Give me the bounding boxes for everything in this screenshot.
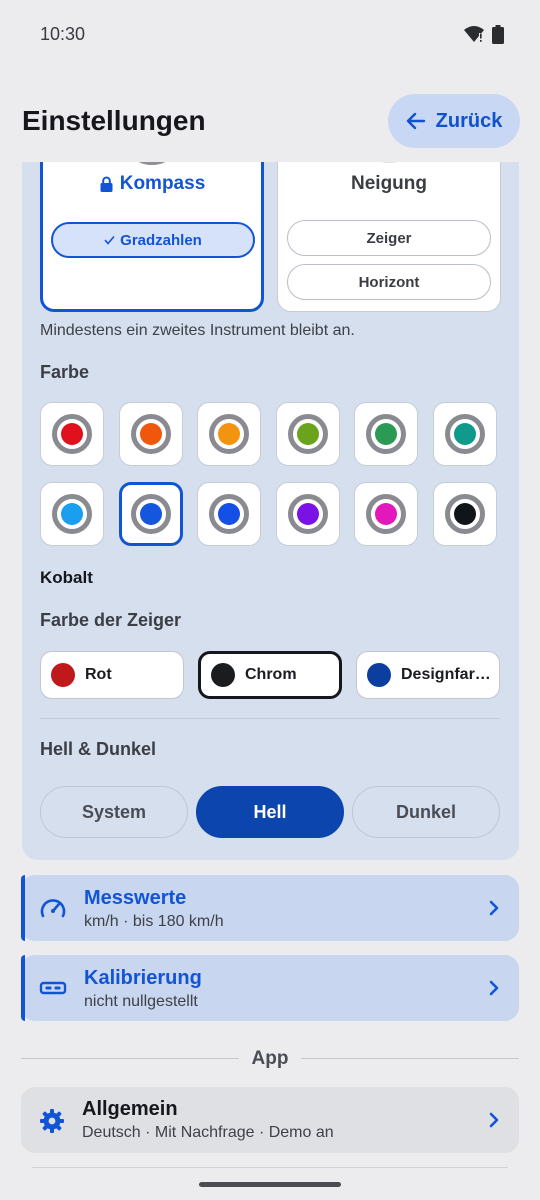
bottom-divider — [32, 1167, 508, 1168]
theme-section-label: Hell & Dunkel — [40, 739, 157, 759]
theme-button-dark[interactable]: Dunkel — [352, 786, 500, 838]
settings-panel: Kompass Gradzahlen Neigung Zeiger Horizo… — [22, 162, 519, 860]
tilt-option-horizon[interactable]: Horizont — [287, 264, 491, 300]
swatch-ring — [209, 414, 249, 454]
color-swatch[interactable] — [432, 481, 497, 546]
card-accent-bar — [21, 875, 25, 941]
color-dot — [211, 663, 235, 687]
calibration-card[interactable]: Kalibrierung nicht nullgestellt — [21, 955, 519, 1021]
header: Einstellungen Zurück — [0, 80, 540, 162]
arrow-left-icon — [406, 112, 425, 130]
page-title: Einstellungen — [22, 105, 206, 136]
wifi-icon — [464, 26, 484, 42]
swatch-color-dot — [453, 423, 476, 445]
tilt-option-needle[interactable]: Zeiger — [287, 220, 491, 256]
chevron-right-icon — [489, 900, 499, 916]
swatch-color-dot — [218, 423, 240, 445]
color-section-label: Farbe — [40, 362, 90, 382]
swatch-color-dot — [218, 502, 240, 525]
swatch-ring — [209, 493, 249, 534]
home-indicator[interactable] — [199, 1182, 341, 1187]
general-subtitle: Deutsch · Mit Nachfrage · Demo an — [82, 1124, 334, 1141]
lock-icon — [100, 176, 113, 192]
hand-color-design[interactable]: Designfar… — [356, 651, 500, 699]
back-button[interactable]: Zurück — [388, 94, 520, 148]
instrument-card-compass[interactable]: Kompass Gradzahlen — [40, 162, 264, 312]
theme-button-system[interactable]: System — [40, 786, 188, 838]
swatch-ring — [130, 414, 171, 454]
check-icon — [104, 235, 115, 245]
swatch-color-dot — [139, 502, 162, 525]
battery-icon — [492, 25, 504, 44]
speedometer-icon — [40, 899, 66, 918]
swatch-ring — [287, 493, 328, 534]
swatch-color-dot — [375, 502, 397, 525]
color-swatch[interactable] — [118, 402, 183, 466]
swatch-color-dot — [61, 502, 83, 525]
level-icon — [39, 981, 67, 995]
swatch-ring — [366, 493, 406, 534]
general-title: Allgemein — [82, 1098, 178, 1120]
swatch-ring — [444, 493, 485, 534]
selected-color-name: Kobalt — [40, 568, 93, 587]
measurements-card[interactable]: Messwerte km/h · bis 180 km/h — [21, 875, 519, 941]
color-swatch[interactable] — [118, 481, 183, 546]
hand-color-chrome-label: Chrom — [245, 666, 297, 683]
color-swatch[interactable] — [354, 402, 418, 466]
instrument-card-tilt[interactable]: Neigung Zeiger Horizont — [277, 162, 501, 312]
status-bar: 10:30 — [0, 0, 540, 68]
color-swatch[interactable] — [432, 402, 497, 466]
measurements-title: Messwerte — [84, 887, 187, 909]
color-swatch[interactable] — [354, 481, 418, 546]
swatch-ring — [287, 414, 328, 454]
color-swatch[interactable] — [197, 481, 261, 546]
hands-section-label: Farbe der Zeiger — [40, 610, 182, 630]
instrument-name-tilt: Neigung — [278, 173, 500, 195]
calibration-subtitle: nicht nullgestellt — [84, 993, 198, 1010]
chevron-right-icon — [489, 1112, 499, 1128]
gear-icon — [40, 1109, 64, 1133]
compass-dial-preview — [121, 162, 183, 165]
instrument-label-tilt: Neigung — [351, 173, 427, 194]
swatch-ring — [52, 493, 92, 534]
swatch-ring — [130, 493, 171, 534]
color-dot — [51, 663, 75, 687]
compass-option-degrees-label: Gradzahlen — [120, 231, 202, 249]
hand-color-red-label: Rot — [85, 666, 112, 683]
color-swatch[interactable] — [275, 481, 340, 546]
swatch-color-dot — [453, 502, 476, 525]
status-time: 10:30 — [40, 24, 86, 44]
swatch-color-dot — [139, 423, 162, 445]
swatch-ring — [444, 414, 485, 454]
app-section-label: App — [251, 1048, 289, 1069]
hand-color-design-label: Designfar… — [401, 666, 491, 683]
color-swatch[interactable] — [40, 402, 104, 466]
swatch-color-dot — [296, 423, 319, 445]
swatch-color-dot — [61, 423, 83, 445]
general-settings-card[interactable]: Allgemein Deutsch · Mit Nachfrage · Demo… — [21, 1087, 519, 1153]
swatch-color-dot — [375, 423, 397, 445]
instrument-hint: Mindestens ein zweites Instrument bleibt… — [40, 322, 355, 339]
theme-button-light[interactable]: Hell — [196, 786, 344, 838]
color-swatch[interactable] — [40, 481, 104, 546]
swatch-ring — [366, 414, 406, 454]
instrument-name-compass: Kompass — [43, 173, 261, 195]
compass-option-degrees[interactable]: Gradzahlen — [51, 222, 255, 258]
hand-color-chrome[interactable]: Chrom — [198, 651, 342, 699]
color-dot — [367, 663, 391, 687]
calibration-title: Kalibrierung — [84, 967, 202, 989]
color-swatch[interactable] — [275, 402, 340, 466]
tilt-dial-preview — [358, 162, 420, 163]
color-swatch[interactable] — [197, 402, 261, 466]
swatch-color-dot — [296, 502, 319, 525]
section-divider — [40, 718, 500, 719]
back-button-label: Zurück — [435, 109, 503, 132]
swatch-ring — [52, 414, 92, 454]
hand-color-red[interactable]: Rot — [40, 651, 184, 699]
instrument-label-compass: Kompass — [119, 173, 206, 194]
measurements-subtitle: km/h · bis 180 km/h — [84, 913, 224, 930]
chevron-right-icon — [489, 980, 499, 996]
card-accent-bar — [21, 955, 25, 1021]
